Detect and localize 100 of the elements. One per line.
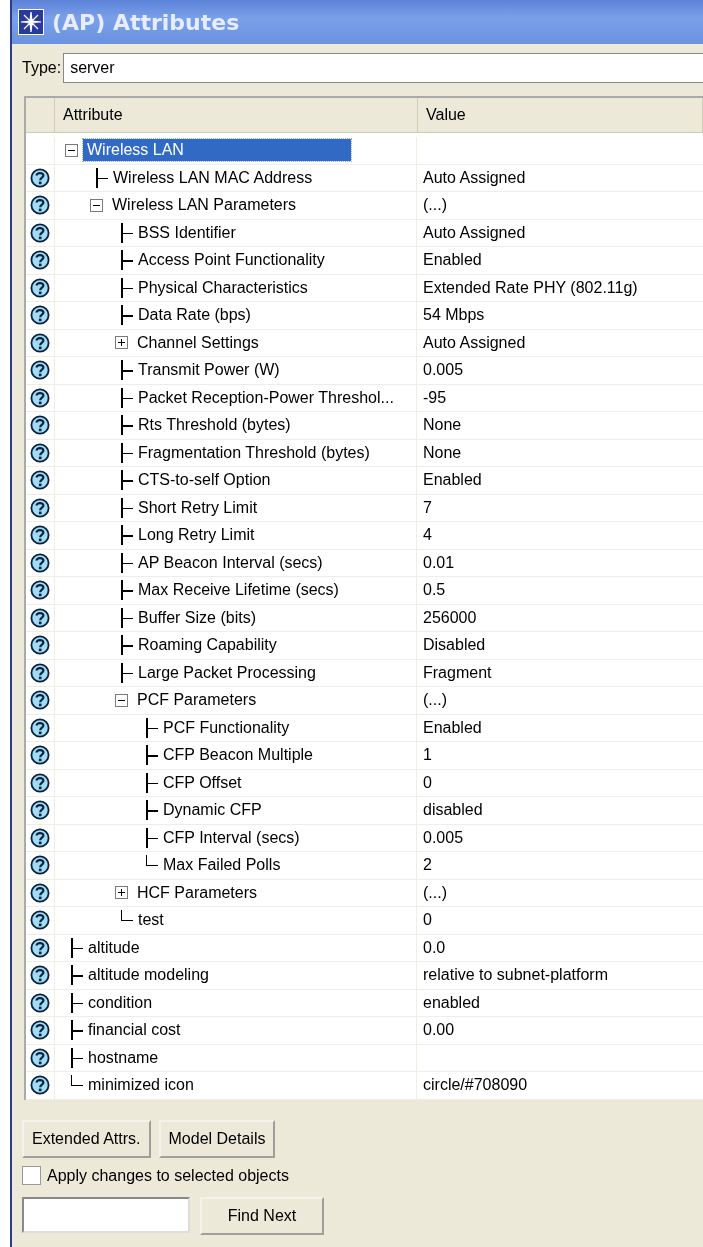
attribute-value[interactable]: 0 bbox=[423, 773, 432, 792]
help-icon[interactable] bbox=[30, 470, 50, 491]
attribute-name[interactable]: PCF Functionality bbox=[159, 716, 294, 739]
attribute-value[interactable]: Auto Assigned bbox=[423, 333, 526, 352]
help-icon[interactable] bbox=[30, 442, 50, 463]
attribute-value[interactable]: (...) bbox=[423, 196, 447, 215]
attribute-name[interactable]: Roaming Capability bbox=[134, 634, 281, 657]
attribute-value[interactable]: None bbox=[423, 443, 462, 462]
attribute-value[interactable]: 7 bbox=[423, 498, 432, 517]
attribute-name[interactable]: Transmit Power (W) bbox=[134, 359, 284, 382]
attribute-name[interactable]: condition bbox=[84, 991, 157, 1014]
attribute-value[interactable]: (...) bbox=[423, 883, 447, 902]
help-icon[interactable] bbox=[30, 965, 50, 986]
help-icon[interactable] bbox=[30, 415, 50, 436]
attribute-name[interactable]: CFP Beacon Multiple bbox=[159, 744, 317, 767]
attribute-value[interactable]: circle/#708090 bbox=[423, 1076, 528, 1095]
expand-icon[interactable] bbox=[115, 336, 128, 350]
help-icon[interactable] bbox=[30, 992, 50, 1013]
action-button[interactable]: Extended Attrs. bbox=[22, 1120, 151, 1158]
attribute-name[interactable]: Max Failed Polls bbox=[159, 854, 285, 877]
collapse-icon[interactable] bbox=[65, 143, 78, 157]
help-icon[interactable] bbox=[30, 387, 50, 408]
attribute-value[interactable]: 4 bbox=[423, 526, 432, 545]
attribute-name[interactable]: Wireless LAN Parameters bbox=[108, 194, 301, 217]
help-icon[interactable] bbox=[30, 167, 50, 188]
help-icon[interactable] bbox=[30, 222, 50, 243]
attribute-value[interactable]: enabled bbox=[423, 993, 480, 1012]
attribute-value[interactable]: Auto Assigned bbox=[423, 223, 526, 242]
attribute-name[interactable]: Wireless LAN MAC Address bbox=[109, 166, 317, 189]
attribute-name[interactable]: CFP Interval (secs) bbox=[159, 826, 304, 849]
help-icon[interactable] bbox=[30, 332, 50, 353]
attribute-value[interactable]: Fragment bbox=[423, 663, 492, 682]
attribute-name[interactable]: Fragmentation Threshold (bytes) bbox=[134, 441, 374, 464]
help-icon[interactable] bbox=[30, 305, 50, 326]
attribute-name[interactable]: AP Beacon Interval (secs) bbox=[134, 551, 327, 574]
attribute-name[interactable]: Access Point Functionality bbox=[134, 249, 329, 272]
attribute-name[interactable]: Packet Reception-Power Threshol... bbox=[134, 386, 398, 409]
expand-icon[interactable] bbox=[115, 886, 128, 900]
attribute-name[interactable]: PCF Parameters bbox=[133, 689, 261, 712]
attribute-name[interactable]: hostname bbox=[84, 1046, 163, 1069]
attribute-name[interactable]: CFP Offset bbox=[159, 771, 246, 794]
help-icon[interactable] bbox=[30, 635, 50, 656]
attribute-value[interactable]: Auto Assigned bbox=[423, 168, 526, 187]
attribute-name[interactable]: financial cost bbox=[84, 1019, 185, 1042]
attribute-name[interactable]: Data Rate (bps) bbox=[134, 304, 255, 327]
help-icon[interactable] bbox=[30, 827, 50, 848]
checkbox-label[interactable]: Apply changes to selected objects bbox=[47, 1166, 289, 1185]
attribute-name[interactable]: Short Retry Limit bbox=[134, 496, 262, 519]
help-icon[interactable] bbox=[30, 1075, 50, 1096]
attribute-name[interactable]: Channel Settings bbox=[133, 331, 263, 354]
attribute-name[interactable]: altitude bbox=[84, 936, 144, 959]
attribute-name[interactable]: Wireless LAN bbox=[83, 139, 351, 162]
help-icon[interactable] bbox=[30, 662, 50, 683]
attribute-value[interactable]: Disabled bbox=[423, 636, 486, 655]
attribute-value[interactable]: 2 bbox=[423, 856, 432, 875]
attribute-value[interactable]: 1 bbox=[423, 746, 432, 765]
help-icon[interactable] bbox=[30, 690, 50, 711]
help-icon[interactable] bbox=[30, 882, 50, 903]
search-field[interactable] bbox=[22, 1197, 190, 1233]
attribute-value[interactable]: 0.00 bbox=[423, 1021, 455, 1040]
checkbox[interactable] bbox=[22, 1166, 41, 1185]
help-icon[interactable] bbox=[30, 525, 50, 546]
help-icon[interactable] bbox=[30, 1047, 50, 1068]
attribute-value[interactable]: relative to subnet-platform bbox=[423, 966, 608, 985]
help-icon[interactable] bbox=[30, 607, 50, 628]
attribute-value[interactable]: 0.0 bbox=[423, 938, 446, 957]
attribute-value[interactable]: 54 Mbps bbox=[423, 306, 485, 325]
attribute-name[interactable]: HCF Parameters bbox=[133, 881, 262, 904]
attribute-name[interactable]: Max Receive Lifetime (secs) bbox=[134, 579, 343, 602]
attribute-value[interactable]: None bbox=[423, 416, 462, 435]
attribute-name[interactable]: CTS-to-self Option bbox=[134, 469, 275, 492]
attribute-name[interactable]: Large Packet Processing bbox=[134, 661, 320, 684]
attribute-value[interactable]: disabled bbox=[423, 801, 483, 820]
help-icon[interactable] bbox=[30, 910, 50, 931]
help-icon[interactable] bbox=[30, 195, 50, 216]
help-icon[interactable] bbox=[30, 855, 50, 876]
attribute-name[interactable]: test bbox=[134, 909, 168, 932]
attribute-name[interactable]: Dynamic CFP bbox=[159, 799, 266, 822]
collapse-icon[interactable] bbox=[90, 198, 103, 212]
attribute-value[interactable]: (...) bbox=[423, 691, 447, 710]
help-icon[interactable] bbox=[30, 580, 50, 601]
help-icon[interactable] bbox=[30, 717, 50, 738]
attribute-value[interactable]: Enabled bbox=[423, 471, 482, 490]
attribute-value[interactable]: 0.005 bbox=[423, 828, 464, 847]
attribute-value[interactable]: 0 bbox=[423, 911, 432, 930]
attribute-value[interactable]: 0.005 bbox=[423, 361, 464, 380]
action-button[interactable]: Model Details bbox=[158, 1120, 276, 1158]
attribute-name[interactable]: Physical Characteristics bbox=[134, 276, 312, 299]
attribute-name[interactable]: minimized icon bbox=[84, 1074, 198, 1097]
help-icon[interactable] bbox=[30, 800, 50, 821]
attribute-value[interactable]: -95 bbox=[423, 388, 447, 407]
collapse-icon[interactable] bbox=[115, 693, 128, 707]
attribute-name[interactable]: altitude modeling bbox=[84, 964, 213, 987]
attribute-value[interactable]: 0.5 bbox=[423, 581, 446, 600]
help-icon[interactable] bbox=[30, 745, 50, 766]
help-icon[interactable] bbox=[30, 772, 50, 793]
attribute-name[interactable]: Rts Threshold (bytes) bbox=[134, 414, 295, 437]
attribute-name[interactable]: Buffer Size (bits) bbox=[134, 606, 260, 629]
find-next-button[interactable]: Find Next bbox=[200, 1197, 324, 1235]
attribute-name[interactable]: Long Retry Limit bbox=[134, 524, 259, 547]
